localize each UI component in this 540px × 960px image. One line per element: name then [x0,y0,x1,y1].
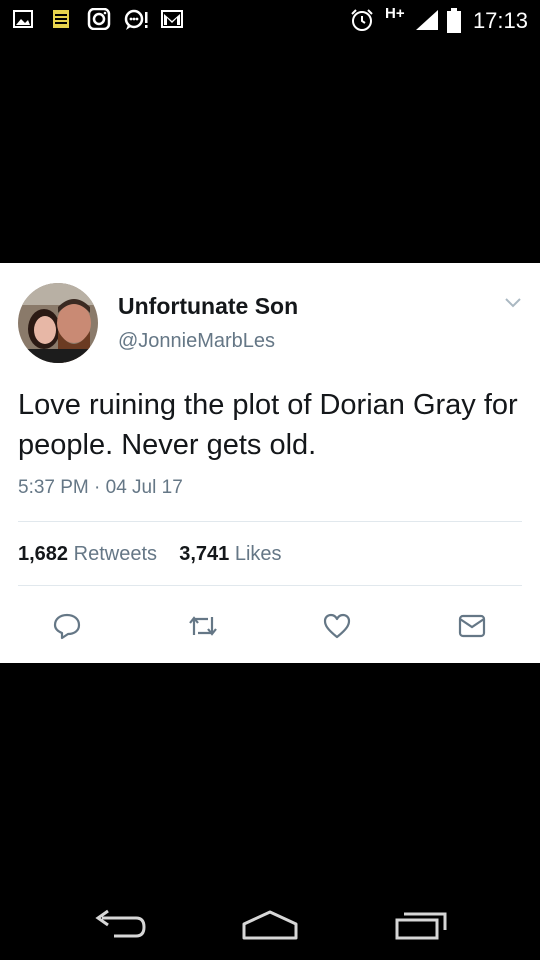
tweet-card: Unfortunate Son @JonnieMarbLes Love ruin… [0,263,540,663]
user-handle[interactable]: @JonnieMarbLes [118,330,275,353]
gmail-icon [161,10,183,28]
status-bar: H+ 17:13 [0,0,540,38]
reply-icon[interactable] [52,611,82,641]
alarm-icon [351,9,373,31]
engagement-stats: 1,682 Retweets 3,741 Likes [18,543,282,566]
dm-icon[interactable] [457,611,487,641]
retweets-count[interactable]: 1,682 [18,543,68,565]
clock: 17:13 [472,8,528,33]
divider [18,585,522,586]
battery-icon [447,8,461,33]
signal-icon [416,10,438,30]
like-icon[interactable] [322,611,352,641]
likes-label[interactable]: Likes [235,543,282,565]
home-icon[interactable] [240,908,300,942]
chat-alert-icon [124,9,148,30]
recents-icon[interactable] [394,908,450,942]
display-name[interactable]: Unfortunate Son [118,293,298,320]
retweets-label[interactable]: Retweets [74,543,157,565]
instagram-icon [87,8,111,30]
picture-icon [13,10,33,28]
network-type-label: H+ [385,5,405,22]
retweet-icon[interactable] [186,611,220,641]
back-icon[interactable] [92,908,148,942]
tweet-text: Love ruining the plot of Dorian Gray for… [18,389,518,461]
divider [18,521,522,522]
likes-count[interactable]: 3,741 [179,543,229,565]
notes-icon [53,10,69,28]
chevron-down-icon[interactable] [503,295,523,309]
avatar[interactable] [18,283,98,363]
tweet-timestamp[interactable]: 5:37 PM · 04 Jul 17 [18,477,183,499]
